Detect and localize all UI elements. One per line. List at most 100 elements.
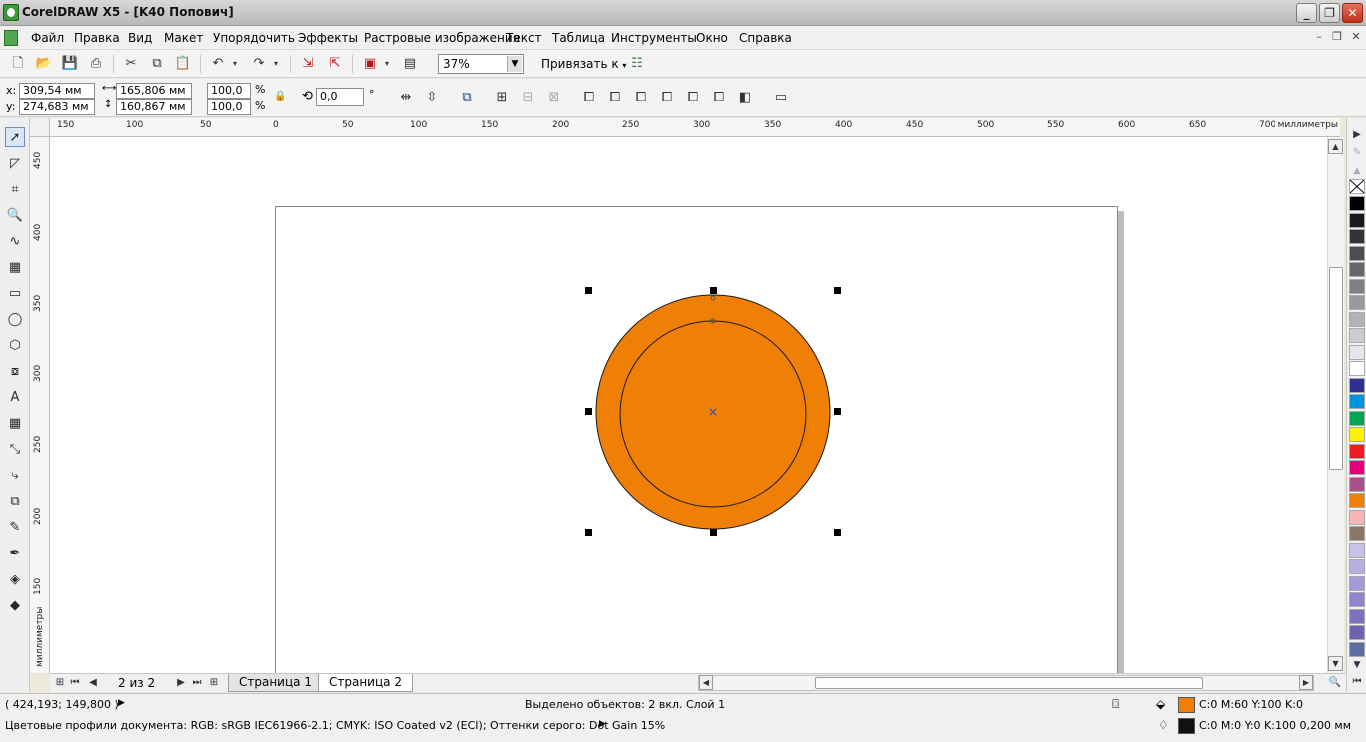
tab-page-2[interactable]: Страница 2: [318, 674, 413, 692]
chevron-down-icon[interactable]: ▼: [507, 56, 522, 72]
palette-swatch[interactable]: [1349, 229, 1365, 244]
smart-fill-tool-icon[interactable]: ▦: [5, 258, 25, 278]
palette-swatch[interactable]: [1349, 493, 1365, 508]
table-tool-icon[interactable]: ▦: [5, 414, 25, 434]
intersect-icon[interactable]: ⧠: [658, 89, 676, 107]
zoom-tool-icon[interactable]: 🔍: [5, 206, 25, 226]
doc-restore-button[interactable]: ❐: [1330, 31, 1344, 44]
menu-file[interactable]: Файл: [31, 31, 64, 45]
snap-options-icon[interactable]: ☷: [628, 55, 646, 73]
blend-tool-icon[interactable]: ⧉: [5, 492, 25, 512]
print-icon[interactable]: ⎙: [87, 55, 105, 73]
launcher-dropdown-icon[interactable]: ▾: [382, 55, 392, 73]
menu-layout[interactable]: Макет: [164, 31, 203, 45]
rotation-field[interactable]: 0,0: [316, 88, 364, 106]
pen-nib-icon[interactable]: ♢: [1158, 718, 1169, 732]
tab-page-1[interactable]: Страница 1: [228, 674, 323, 692]
doc-close-button[interactable]: ✕: [1349, 31, 1363, 44]
palette-swatch[interactable]: [1349, 196, 1365, 211]
simplify-icon[interactable]: ⧠: [684, 89, 702, 107]
lock-ratio-icon[interactable]: 🔒: [274, 91, 286, 102]
next-page-icon[interactable]: ▶: [174, 676, 188, 690]
fill-tool-icon[interactable]: ◈: [5, 570, 25, 590]
fill-color-chip[interactable]: [1178, 697, 1195, 713]
palette-swatch[interactable]: [1349, 526, 1365, 541]
interactive-fill-tool-icon[interactable]: ◆: [5, 596, 25, 616]
shape-tool-icon[interactable]: ◸: [5, 154, 25, 174]
menu-bitmaps[interactable]: Растровые изображения: [364, 31, 520, 45]
palette-swatch[interactable]: [1349, 509, 1365, 525]
scroll-left-button[interactable]: ◀: [699, 675, 713, 690]
close-button[interactable]: ✕: [1342, 3, 1363, 23]
snap-to-button[interactable]: Привязать к ▾: [541, 57, 626, 71]
scale-x-field[interactable]: 100,0: [207, 83, 251, 99]
zoom-level-select[interactable]: 37% ▼: [438, 54, 524, 74]
front-minus-back-icon[interactable]: ⧠: [710, 89, 728, 107]
scroll-up-button[interactable]: ▲: [1328, 139, 1343, 154]
palette-swatch[interactable]: [1349, 427, 1365, 442]
palette-swatch[interactable]: [1349, 394, 1365, 409]
mirror-horizontal-icon[interactable]: ⇹: [397, 89, 415, 107]
handle-bottom-right[interactable]: [834, 529, 841, 536]
redo-icon[interactable]: ↷: [250, 55, 268, 73]
height-field[interactable]: 160,867 мм: [116, 99, 192, 115]
save-icon[interactable]: 💾: [61, 55, 79, 73]
palette-scroll-up-icon[interactable]: ▶: [1348, 126, 1366, 144]
align-distribute-icon[interactable]: ⧉: [458, 89, 476, 107]
menu-table[interactable]: Таблица: [552, 31, 605, 45]
drawing-canvas[interactable]: ×: [50, 137, 1327, 673]
first-page-icon[interactable]: ⏮: [68, 676, 82, 690]
open-icon[interactable]: 📂: [35, 55, 53, 73]
vertical-scrollbar[interactable]: ▲ ▼: [1327, 137, 1344, 673]
paste-icon[interactable]: 📋: [174, 55, 192, 73]
palette-swatch[interactable]: [1349, 295, 1365, 310]
palette-swatch[interactable]: [1349, 542, 1365, 558]
palette-swatch[interactable]: [1349, 245, 1365, 261]
vertical-scroll-thumb[interactable]: [1329, 267, 1343, 470]
horizontal-ruler[interactable]: 150 100 50 0 50 100 150 200 250 300 350 …: [50, 118, 1340, 137]
handle-left[interactable]: [585, 408, 592, 415]
palette-swatch[interactable]: [1349, 311, 1365, 327]
menu-arrange[interactable]: Упорядочить: [213, 31, 295, 45]
export-icon[interactable]: ⇱: [326, 55, 344, 73]
scale-y-field[interactable]: 100,0: [207, 99, 251, 115]
handle-bottom[interactable]: [710, 529, 717, 536]
palette-swatch[interactable]: [1349, 328, 1365, 343]
back-minus-front-icon[interactable]: ◧: [736, 89, 754, 107]
width-field[interactable]: 165,806 мм: [116, 83, 192, 99]
menu-tools[interactable]: Инструменты: [611, 31, 697, 45]
palette-swatch[interactable]: [1349, 625, 1365, 640]
handle-right[interactable]: [834, 408, 841, 415]
palette-swatch[interactable]: [1349, 575, 1365, 591]
palette-swatch[interactable]: [1349, 559, 1365, 574]
handle-bottom-left[interactable]: [585, 529, 592, 536]
zoom-navigator-icon[interactable]: 🔍: [1328, 676, 1342, 690]
combine-icon[interactable]: ⧠: [580, 89, 598, 107]
handle-top-right[interactable]: [834, 287, 841, 294]
camera-icon[interactable]: ⌼: [1112, 697, 1119, 712]
menu-help[interactable]: Справка: [739, 31, 792, 45]
maximize-button[interactable]: ❐: [1319, 3, 1340, 23]
palette-swatch[interactable]: [1349, 460, 1365, 475]
redo-dropdown-icon[interactable]: ▾: [271, 55, 281, 73]
copy-icon[interactable]: ⧉: [148, 55, 166, 73]
new-document-icon[interactable]: 🗋: [9, 55, 27, 73]
handle-top[interactable]: [710, 287, 717, 294]
text-tool-icon[interactable]: A: [5, 388, 25, 408]
create-boundary-icon[interactable]: ▭: [772, 89, 790, 107]
menu-effects[interactable]: Эффекты: [298, 31, 358, 45]
doc-minimize-button[interactable]: –: [1312, 31, 1326, 44]
vertical-ruler[interactable]: 450 400 350 300 250 200 150 миллиметры: [30, 137, 50, 673]
ellipse-tool-icon[interactable]: ◯: [5, 310, 25, 330]
weld-icon[interactable]: ⧠: [606, 89, 624, 107]
basic-shapes-tool-icon[interactable]: ⧇: [5, 362, 25, 382]
menu-edit[interactable]: Правка: [74, 31, 120, 45]
palette-swatch[interactable]: [1349, 641, 1365, 657]
scroll-down-button[interactable]: ▼: [1328, 656, 1343, 671]
outline-pen-tool-icon[interactable]: ✒: [5, 544, 25, 564]
import-icon[interactable]: ⇲: [299, 55, 317, 73]
minimize-button[interactable]: _: [1296, 3, 1317, 23]
pick-tool-icon[interactable]: ➚: [5, 127, 25, 147]
ruler-origin[interactable]: [30, 118, 50, 137]
undo-dropdown-icon[interactable]: ▾: [230, 55, 240, 73]
